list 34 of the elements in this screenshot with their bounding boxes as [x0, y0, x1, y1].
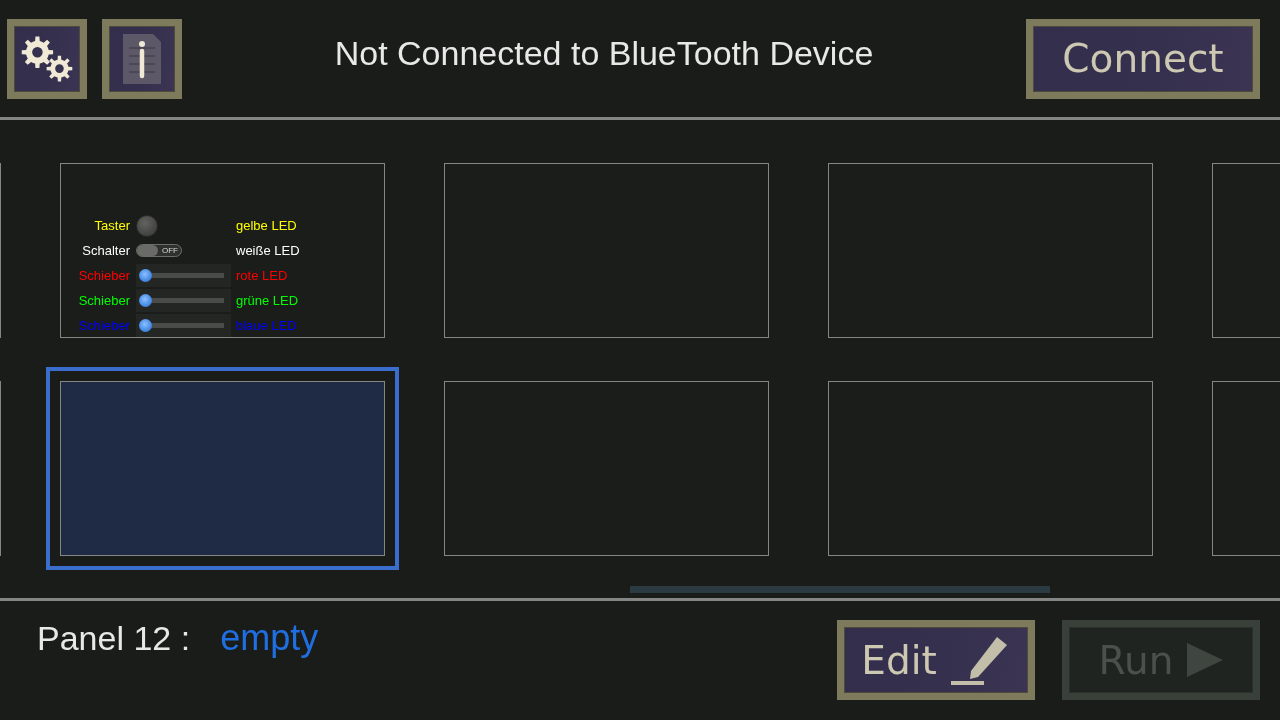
round-push-button[interactable]: [136, 214, 158, 237]
panel-tile[interactable]: Taster gelbe LED Schalter OFF weiße LED Schieber rote LED Schieber grüne LED Schieber blaue LED: [60, 163, 385, 338]
led-label: grüne LED: [236, 291, 299, 310]
connect-button[interactable]: Connect: [1026, 18, 1260, 99]
widget-label: Schieber: [78, 291, 130, 310]
slider-thumb[interactable]: [139, 319, 152, 332]
led-label: blaue LED: [236, 316, 297, 335]
led-label: weiße LED: [236, 241, 300, 260]
connection-status-title: Not Connected to BlueTooth Device: [333, 33, 875, 74]
panel-status: empty: [220, 616, 319, 660]
panel-tile[interactable]: [444, 163, 769, 338]
panel-tile[interactable]: [828, 381, 1153, 556]
document-info-icon: [123, 33, 161, 84]
info-button[interactable]: [102, 18, 182, 99]
toggle-switch[interactable]: OFF: [136, 244, 182, 257]
slider-thumb[interactable]: [139, 294, 152, 307]
panel-label: Panel 12 :: [37, 618, 191, 659]
led-label: gelbe LED: [236, 216, 297, 235]
slider-track[interactable]: [136, 264, 231, 287]
panel-tile[interactable]: [444, 381, 769, 556]
settings-button[interactable]: [7, 18, 87, 99]
panel-tile[interactable]: [828, 163, 1153, 338]
slider-track[interactable]: [136, 289, 231, 312]
led-label: rote LED: [236, 266, 288, 285]
edit-button[interactable]: Edit: [837, 620, 1035, 700]
gears-icon: [21, 35, 73, 82]
widget-label: Schalter: [82, 241, 130, 260]
play-icon: [1187, 643, 1224, 677]
widget-label: Schieber: [78, 316, 130, 335]
slider-track[interactable]: [136, 314, 231, 337]
panel-tile[interactable]: [60, 381, 385, 556]
widget-label: Schieber: [78, 266, 130, 285]
slider-thumb[interactable]: [139, 269, 152, 282]
widget-label: Taster: [94, 216, 130, 235]
